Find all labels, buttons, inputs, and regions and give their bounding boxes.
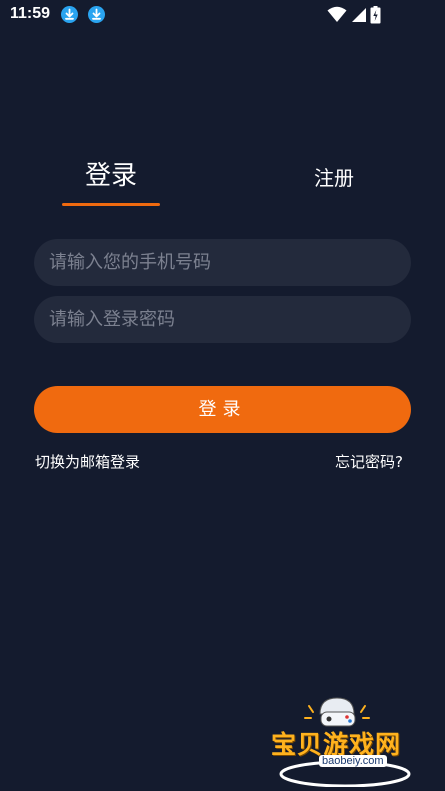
download-notification-icon [88,6,105,23]
phone-input[interactable] [34,239,411,286]
password-input[interactable] [34,296,411,343]
signal-icon [352,8,366,22]
status-time: 11:59 [10,5,51,22]
download-notification-icon [61,6,78,23]
wifi-icon [327,6,347,22]
forgot-password-link[interactable]: 忘记密码? [335,451,403,472]
battery-icon [370,6,381,24]
watermark-logo: 宝贝游戏网 baobeiy.com [265,692,435,787]
active-tab-indicator [62,203,160,206]
login-button[interactable]: 登录 [34,386,411,433]
switch-to-email-login-link[interactable]: 切换为邮箱登录 [35,451,140,472]
status-bar: 11:59 [0,0,445,30]
tab-login[interactable]: 登录 [62,155,160,192]
tab-register[interactable]: 注册 [290,162,378,191]
watermark-url: baobeiy.com [319,755,387,767]
